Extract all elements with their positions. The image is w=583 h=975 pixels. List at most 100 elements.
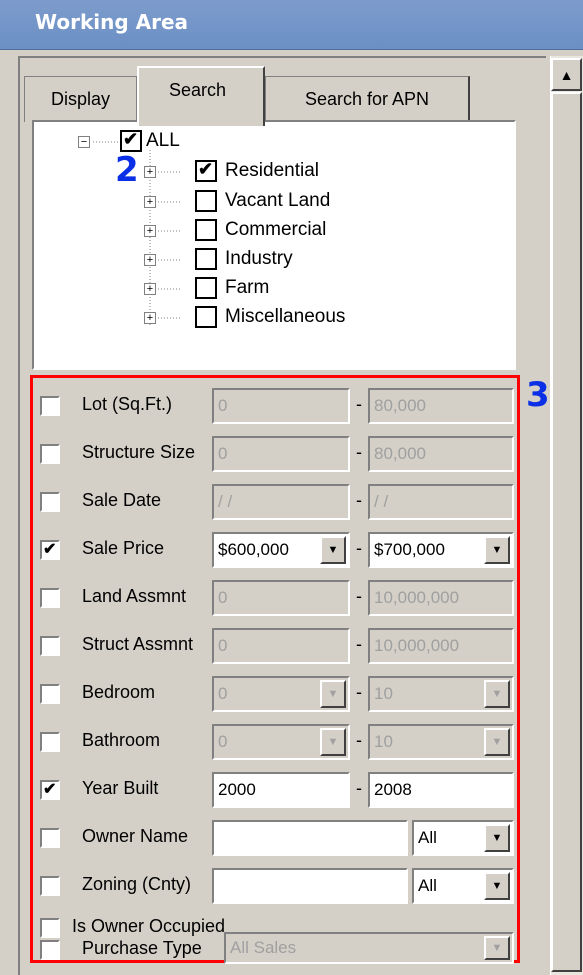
tree-item-vacant-land[interactable]: Vacant Land [195, 190, 330, 212]
bedroom-min-select[interactable]: 0 ▼ [212, 676, 350, 712]
lot-min-input[interactable]: 0 [212, 388, 350, 424]
range-separator: - [356, 682, 362, 702]
structure-size-min-input[interactable]: 0 [212, 436, 350, 472]
checkbox-farm[interactable] [195, 277, 217, 299]
year-built-from-input[interactable]: 2000 [212, 772, 350, 808]
land-assmnt-max-input[interactable]: 10,000,000 [368, 580, 514, 616]
tree-item-residential[interactable]: Residential [195, 159, 319, 182]
expand-icon[interactable]: + [144, 166, 156, 178]
checkbox-bathroom[interactable] [40, 732, 60, 752]
select-value: All Sales [230, 938, 297, 957]
checkbox-lot[interactable] [40, 396, 60, 416]
filter-label: Sale Price [82, 538, 165, 558]
tree-connector-lines [93, 141, 180, 325]
sale-date-to-input[interactable]: / / [368, 484, 514, 520]
filter-label: Struct Assmnt [82, 634, 194, 654]
filter-label: Owner Name [82, 826, 189, 846]
filter-label: Lot (Sq.Ft.) [82, 394, 173, 414]
checkbox-commercial[interactable] [195, 219, 217, 241]
checkbox-bedroom[interactable] [40, 684, 60, 704]
select-value: $600,000 [218, 540, 289, 559]
select-value: 10 [374, 732, 393, 751]
filter-label: Bedroom [82, 682, 156, 702]
sale-price-min-select[interactable]: $600,000 ▼ [212, 532, 350, 568]
filter-label: Land Assmnt [82, 586, 187, 606]
bathroom-min-select[interactable]: 0 ▼ [212, 724, 350, 760]
expand-icon[interactable]: + [144, 225, 156, 237]
land-assmnt-min-input[interactable]: 0 [212, 580, 350, 616]
sale-date-from-input[interactable]: / / [212, 484, 350, 520]
dropdown-arrow-icon[interactable]: ▼ [484, 728, 510, 756]
dropdown-arrow-icon[interactable]: ▼ [484, 680, 510, 708]
tree-item-label: Vacant Land [225, 190, 331, 211]
owner-name-input[interactable] [212, 820, 408, 856]
tree-item-label: ALL [146, 130, 180, 151]
zoning-match-select[interactable]: All ▼ [412, 868, 514, 904]
checkbox-sale-price[interactable] [40, 539, 60, 560]
dropdown-arrow-icon[interactable]: ▼ [320, 536, 346, 564]
dropdown-arrow-icon[interactable]: ▼ [484, 824, 510, 852]
tree-item-commercial[interactable]: Commercial [195, 219, 326, 241]
filter-row-year-built: Year Built 2000 - 2008 [38, 770, 518, 810]
year-built-to-input[interactable]: 2008 [368, 772, 514, 808]
dropdown-arrow-icon[interactable]: ▼ [484, 536, 510, 564]
filter-label: Structure Size [82, 442, 196, 462]
bedroom-max-select[interactable]: 10 ▼ [368, 676, 514, 712]
checkbox-land-assmnt[interactable] [40, 588, 60, 608]
structure-size-max-input[interactable]: 80,000 [368, 436, 514, 472]
struct-assmnt-max-input[interactable]: 10,000,000 [368, 628, 514, 664]
select-value: All [418, 876, 437, 895]
checkbox-vacant-land[interactable] [195, 190, 217, 212]
window-title: Working Area [35, 10, 189, 34]
checkbox-sale-date[interactable] [40, 492, 60, 512]
lot-max-input[interactable]: 80,000 [368, 388, 514, 424]
tab-display[interactable]: Display [24, 76, 137, 122]
checkbox-all[interactable] [120, 129, 142, 152]
tree-item-label: Residential [225, 160, 319, 181]
tree-item-industry[interactable]: Industry [195, 248, 293, 270]
range-separator: - [356, 634, 362, 654]
checkbox-industry[interactable] [195, 248, 217, 270]
owner-name-match-select[interactable]: All ▼ [412, 820, 514, 856]
zoning-input[interactable] [212, 868, 408, 904]
checkbox-owner-name[interactable] [40, 828, 60, 848]
dropdown-arrow-icon[interactable]: ▼ [484, 872, 510, 900]
tree-item-label: Industry [225, 248, 293, 269]
checkbox-zoning[interactable] [40, 876, 60, 896]
bathroom-max-select[interactable]: 10 ▼ [368, 724, 514, 760]
tree-item-all[interactable]: ALL [120, 129, 180, 152]
dropdown-arrow-icon[interactable]: ▼ [320, 728, 346, 756]
checkbox-structure-size[interactable] [40, 444, 60, 464]
scrollbar-thumb[interactable] [551, 92, 582, 972]
filter-label: Sale Date [82, 490, 162, 510]
dropdown-arrow-icon[interactable]: ▼ [484, 936, 510, 960]
expand-icon[interactable]: + [144, 254, 156, 266]
arrow-up-icon: ▲ [559, 66, 574, 83]
tab-search[interactable]: Search [137, 66, 265, 126]
filter-row-purchase-type: Purchase Type All Sales ▼ [38, 918, 518, 964]
struct-assmnt-min-input[interactable]: 0 [212, 628, 350, 664]
tree-item-miscellaneous[interactable]: Miscellaneous [195, 306, 345, 328]
dropdown-arrow-icon[interactable]: ▼ [320, 680, 346, 708]
tab-display-label: Display [50, 89, 111, 109]
expand-icon[interactable]: + [144, 283, 156, 295]
select-value: All [418, 828, 437, 847]
checkbox-struct-assmnt[interactable] [40, 636, 60, 656]
purchase-type-select[interactable]: All Sales ▼ [224, 932, 514, 964]
checkbox-residential[interactable] [195, 159, 217, 182]
tab-search-for-apn[interactable]: Search for APN [265, 76, 470, 122]
expand-icon[interactable]: + [144, 196, 156, 208]
tree-item-farm[interactable]: Farm [195, 277, 269, 299]
filter-row-structure-size: Structure Size 0 - 80,000 [38, 434, 518, 474]
filter-label: Bathroom [82, 730, 161, 750]
select-value: $700,000 [374, 540, 445, 559]
checkbox-miscellaneous[interactable] [195, 306, 217, 328]
collapse-icon[interactable]: − [78, 136, 90, 148]
sale-price-max-select[interactable]: $700,000 ▼ [368, 532, 514, 568]
scroll-up-button[interactable]: ▲ [551, 58, 582, 91]
expand-icon[interactable]: + [144, 312, 156, 324]
checkbox-purchase-type[interactable] [40, 940, 60, 960]
tree-item-label: Commercial [225, 219, 327, 240]
checkbox-year-built[interactable] [40, 779, 60, 800]
filter-label: Year Built [82, 778, 159, 798]
